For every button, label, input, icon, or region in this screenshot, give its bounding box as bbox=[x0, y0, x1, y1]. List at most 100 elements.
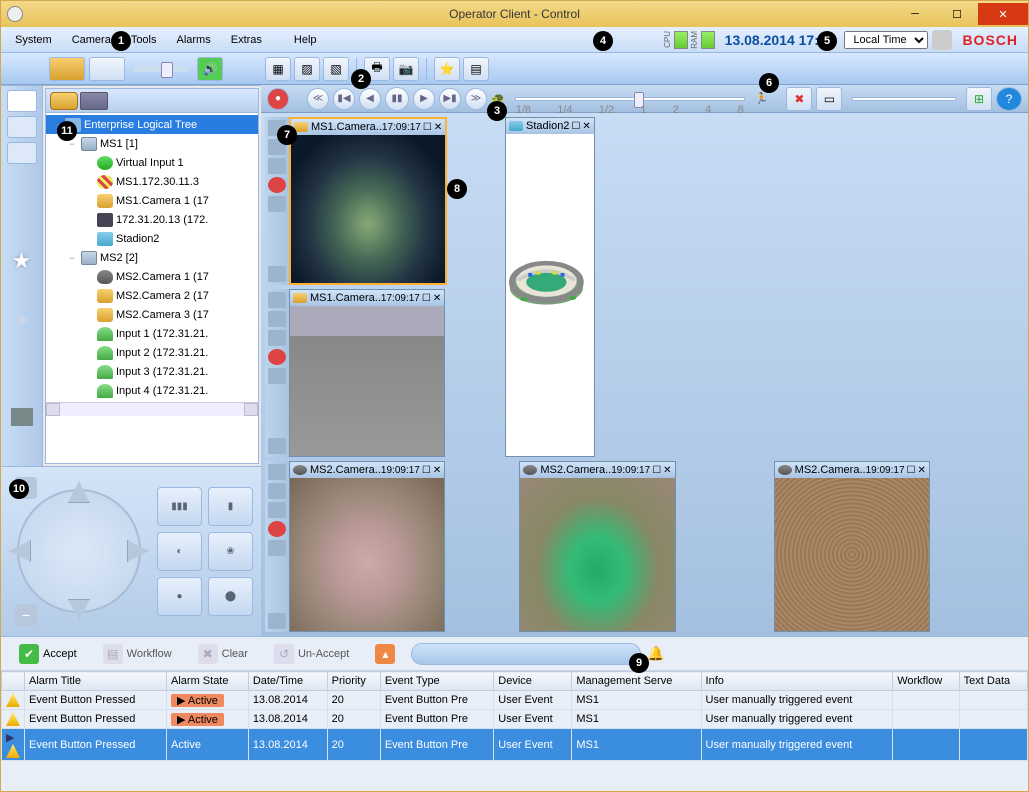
alarm-col-header[interactable]: Date/Time bbox=[248, 672, 327, 691]
play-back-button[interactable]: ◀ bbox=[359, 88, 381, 110]
layout-slider[interactable] bbox=[852, 97, 956, 101]
pane-max-icon[interactable]: ☐ bbox=[422, 465, 431, 476]
print-snapshot-icon[interactable]: 🖶 bbox=[364, 57, 390, 81]
pane-close-icon[interactable]: ✕ bbox=[433, 293, 441, 304]
add-pane-icon[interactable]: ⊞ bbox=[966, 87, 992, 111]
menu-tools[interactable]: Tools bbox=[121, 30, 167, 50]
aux-button[interactable]: ⬤ bbox=[208, 577, 253, 616]
side-tab-tree[interactable] bbox=[7, 90, 37, 112]
pane-close-icon[interactable]: ✕ bbox=[917, 465, 925, 476]
layout-1-icon[interactable]: ▦ bbox=[265, 57, 291, 81]
tree-item[interactable]: Input 4 (172.31.21. bbox=[46, 381, 258, 400]
help-icon[interactable]: ? bbox=[996, 87, 1022, 111]
alarm-col-header[interactable]: Event Type bbox=[380, 672, 493, 691]
camera-mode-icon[interactable] bbox=[49, 57, 85, 81]
pane-side-icon[interactable] bbox=[268, 330, 286, 346]
tree-item[interactable]: 172.31.20.13 (172. bbox=[46, 210, 258, 229]
pane-close-icon[interactable]: ✕ bbox=[434, 122, 442, 133]
pane-video[interactable] bbox=[520, 478, 674, 631]
volume-slider[interactable] bbox=[133, 66, 189, 72]
tree-item[interactable]: −MS2 [2] bbox=[46, 248, 258, 267]
tree-item[interactable]: MS2.Camera 3 (17 bbox=[46, 305, 258, 324]
workflow-button[interactable]: ▤Workflow bbox=[93, 640, 182, 668]
pane-side-icon[interactable] bbox=[268, 502, 286, 518]
tree-item[interactable]: Stadion2 bbox=[46, 229, 258, 248]
minimize-button[interactable]: ─ bbox=[894, 3, 936, 25]
tree-root[interactable]: − Enterprise Logical Tree bbox=[46, 115, 258, 134]
pane-side-icon[interactable] bbox=[268, 368, 286, 384]
tree-item[interactable]: −MS1 [1] bbox=[46, 134, 258, 153]
alarm-grid[interactable]: Alarm TitleAlarm StateDate/TimePriorityE… bbox=[1, 671, 1028, 791]
menu-extras[interactable]: Extras bbox=[221, 30, 272, 50]
alarm-row[interactable]: Event Button Pressed ▶ Active 13.08.2014… bbox=[2, 710, 1028, 729]
pane-side-icon[interactable] bbox=[268, 196, 286, 212]
speaker-icon[interactable]: 🔊 bbox=[197, 57, 223, 81]
pane-video[interactable] bbox=[290, 306, 444, 456]
pane-side-icon[interactable] bbox=[268, 311, 286, 327]
tree-item[interactable]: Virtual Input 1 bbox=[46, 153, 258, 172]
alarm-col-header[interactable]: Text Data bbox=[959, 672, 1027, 691]
clear-button[interactable]: ✖Clear bbox=[188, 640, 258, 668]
preset-button[interactable]: ● bbox=[157, 577, 202, 616]
pane-close-icon[interactable]: ✕ bbox=[433, 465, 441, 476]
tree-scrollbar[interactable] bbox=[46, 402, 258, 416]
playback-mode-icon[interactable] bbox=[89, 57, 125, 81]
print-icon[interactable] bbox=[932, 30, 952, 50]
menu-alarms[interactable]: Alarms bbox=[167, 30, 221, 50]
tree-tab-live-icon[interactable] bbox=[50, 92, 78, 110]
menu-help[interactable]: Help bbox=[284, 30, 327, 50]
delete-pane-icon[interactable]: ✖ bbox=[786, 87, 812, 111]
alarm-row[interactable]: ▶ Event Button Pressed Active 13.08.2014… bbox=[2, 729, 1028, 761]
layout-3-icon[interactable]: ▧ bbox=[323, 57, 349, 81]
alarm-col-header[interactable]: Device bbox=[494, 672, 572, 691]
sequence-icon[interactable]: ▤ bbox=[463, 57, 489, 81]
pane-side-icon[interactable] bbox=[268, 613, 286, 629]
alarm-col-header[interactable]: Alarm State bbox=[167, 672, 249, 691]
pane-side-icon[interactable] bbox=[268, 438, 286, 454]
pane-close-icon[interactable]: ✕ bbox=[663, 465, 671, 476]
favorite-add-icon[interactable]: ⭐ bbox=[434, 57, 460, 81]
maximize-button[interactable]: ☐ bbox=[936, 3, 978, 25]
unaccept-button[interactable]: ↺Un-Accept bbox=[264, 640, 359, 668]
tree-item[interactable]: Input 1 (172.31.21. bbox=[46, 324, 258, 343]
close-button[interactable]: ✕ bbox=[978, 3, 1028, 25]
image-pane[interactable]: MS1.Camera.. 17:09:17 ☐ ✕ bbox=[289, 289, 445, 457]
timezone-select[interactable]: Local Time bbox=[844, 31, 928, 49]
tree-item[interactable]: MS1.172.30.11.3 bbox=[46, 172, 258, 191]
favorites-icon[interactable]: ★ bbox=[12, 248, 32, 274]
alarm-row[interactable]: Event Button Pressed ▶ Active 13.08.2014… bbox=[2, 691, 1028, 710]
iris-close-button[interactable]: ❀ bbox=[208, 532, 253, 571]
pane-max-icon[interactable]: ☐ bbox=[652, 465, 661, 476]
alarm-col-header[interactable]: Priority bbox=[327, 672, 380, 691]
tree-item[interactable]: MS1.Camera 1 (17 bbox=[46, 191, 258, 210]
pane-side-icon[interactable] bbox=[268, 464, 286, 480]
side-tab-2[interactable] bbox=[7, 116, 37, 138]
pane-video[interactable] bbox=[290, 478, 444, 631]
single-view-icon[interactable]: ▭ bbox=[816, 87, 842, 111]
tree-item[interactable]: Input 2 (172.31.21. bbox=[46, 343, 258, 362]
alarm-filter-pill[interactable] bbox=[411, 643, 641, 665]
pause-button[interactable]: ▮▮ bbox=[385, 87, 409, 111]
snapshot-icon[interactable]: 📷 bbox=[393, 57, 419, 81]
rewind-fast-button[interactable]: ≪ bbox=[307, 88, 329, 110]
pane-record-icon[interactable] bbox=[268, 349, 286, 365]
layout-2-icon[interactable]: ▨ bbox=[294, 57, 320, 81]
alarm-col-header[interactable]: Workflow bbox=[893, 672, 959, 691]
play-button[interactable]: ▶ bbox=[413, 88, 435, 110]
alarm-col-header[interactable]: Management Serve bbox=[572, 672, 701, 691]
pane-video[interactable] bbox=[775, 478, 929, 631]
forward-fast-button[interactable]: ≫ bbox=[465, 88, 487, 110]
pane-max-icon[interactable]: ☐ bbox=[907, 465, 916, 476]
pane-record-icon[interactable] bbox=[268, 177, 286, 193]
image-pane[interactable]: Stadion2 ☐ ✕ bbox=[505, 117, 595, 457]
pane-record-icon[interactable] bbox=[268, 521, 286, 537]
alarm-col-header[interactable]: Info bbox=[701, 672, 893, 691]
pane-side-icon[interactable] bbox=[268, 483, 286, 499]
pane-side-icon[interactable] bbox=[268, 266, 286, 282]
pane-side-icon[interactable] bbox=[268, 158, 286, 174]
image-pane[interactable]: MS2.Camera.. 19:09:17 ☐ ✕ bbox=[774, 461, 930, 632]
tree-tab-other-icon[interactable] bbox=[80, 92, 108, 110]
focus-near-button[interactable]: ▮▮▮ bbox=[157, 487, 202, 526]
menu-camera[interactable]: Camera bbox=[62, 30, 121, 50]
image-pane[interactable]: MS2.Camera.. 19:09:17 ☐ ✕ bbox=[289, 461, 445, 632]
